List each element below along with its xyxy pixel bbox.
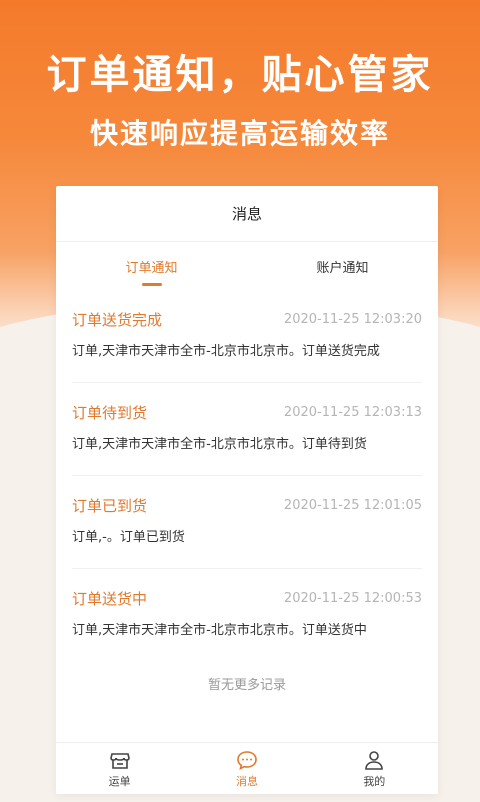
message-body: 订单,天津市天津市全市-北京市北京市。订单送货完成 (72, 344, 380, 359)
no-more-records: 暂无更多记录 (207, 678, 286, 693)
message-body: 订单,天津市天津市全市-北京市北京市。订单待到货 (72, 437, 367, 452)
message-body: 订单,天津市天津市全市-北京市北京市。订单送货中 (72, 623, 367, 638)
message-time: 2020-11-25 12:00:53 (283, 590, 422, 606)
tab-order-notification[interactable]: 订单通知 (56, 242, 247, 290)
message-item[interactable]: 订单已到货 2020-11-25 12:01:05 订单,-。订单已到货 (72, 476, 422, 569)
tab-bar: 订单通知 账户通知 (56, 242, 438, 290)
app-screen: 消息 订单通知 账户通知 订单送货完成 2020-11-25 12:03:20 … (56, 186, 438, 794)
nav-item-waybill[interactable]: 运单 (56, 743, 183, 794)
nav-item-messages[interactable]: 消息 (183, 743, 310, 794)
nav-label: 我的 (363, 774, 386, 788)
hero-title: 订单通知，贴心管家 (46, 52, 434, 98)
shop-icon (109, 749, 131, 771)
message-title: 订单送货完成 (72, 310, 163, 329)
hero-subtitle: 快速响应提高运输效率 (89, 117, 390, 150)
chat-icon (236, 749, 258, 771)
tab-label: 订单通知 (125, 260, 178, 276)
nav-item-profile[interactable]: 我的 (311, 743, 438, 794)
message-list: 订单送货完成 2020-11-25 12:03:20 订单,天津市天津市全市-北… (56, 290, 438, 662)
nav-label: 消息 (235, 774, 258, 788)
message-body: 订单,-。订单已到货 (72, 530, 185, 545)
message-title: 订单送货中 (72, 589, 148, 608)
page-title: 消息 (231, 205, 262, 223)
tab-active-indicator (141, 283, 162, 286)
bottom-nav: 运单 消息 我的 (56, 742, 438, 794)
app-header: 消息 (56, 186, 438, 242)
message-item[interactable]: 订单待到货 2020-11-25 12:03:13 订单,天津市天津市全市-北京… (72, 383, 422, 476)
message-title: 订单已到货 (72, 496, 148, 515)
tab-label: 账户通知 (316, 260, 369, 276)
user-icon (363, 749, 385, 771)
tab-account-notification[interactable]: 账户通知 (247, 242, 438, 290)
nav-label: 运单 (108, 774, 131, 788)
message-title: 订单待到货 (72, 403, 148, 422)
message-time: 2020-11-25 12:03:13 (283, 404, 422, 420)
message-time: 2020-11-25 12:01:05 (283, 497, 422, 513)
message-item[interactable]: 订单送货中 2020-11-25 12:00:53 订单,天津市天津市全市-北京… (72, 569, 422, 662)
message-time: 2020-11-25 12:03:20 (283, 311, 422, 327)
message-item[interactable]: 订单送货完成 2020-11-25 12:03:20 订单,天津市天津市全市-北… (72, 290, 422, 383)
